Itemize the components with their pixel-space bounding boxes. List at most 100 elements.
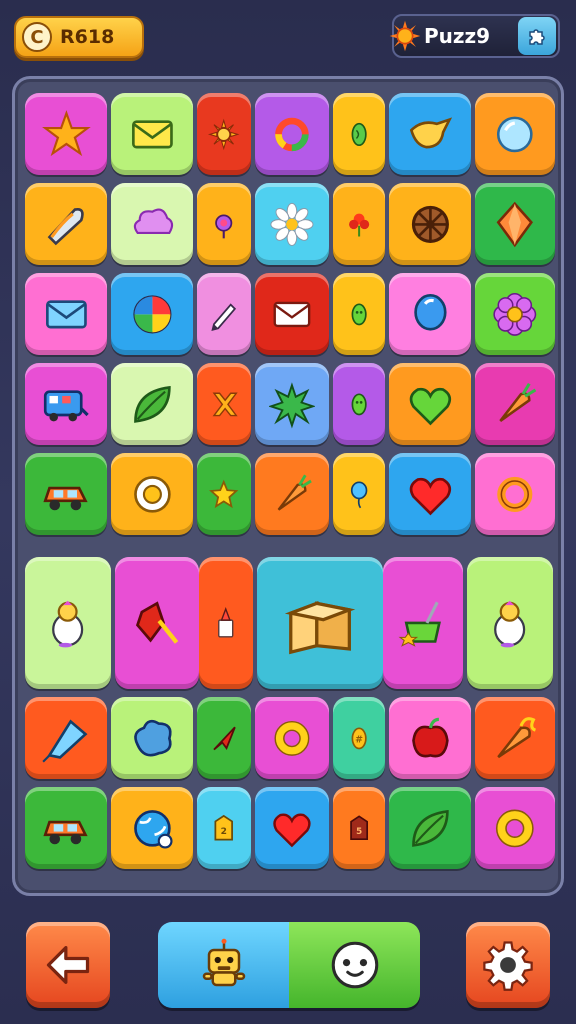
tile-tag[interactable]: 2 (197, 787, 251, 869)
seed-icon: # (351, 727, 367, 749)
tile-bird[interactable] (389, 93, 471, 175)
carrot-icon (499, 382, 537, 422)
puzzle-piece-icon (529, 29, 545, 45)
splat-icon (269, 381, 315, 429)
balloon-icon (413, 293, 447, 331)
tile-carrot[interactable] (255, 453, 329, 535)
face-button[interactable] (289, 922, 420, 1008)
beach-ball-icon (132, 294, 172, 334)
heart-icon (273, 813, 311, 847)
score-counter: C R618 (14, 16, 144, 58)
ring-orange-icon (497, 476, 533, 512)
tile-pot[interactable] (383, 557, 463, 689)
chick-icon (494, 600, 526, 648)
back-button[interactable] (26, 922, 110, 1008)
tile-chick[interactable] (467, 557, 553, 689)
pot-icon (398, 601, 442, 647)
tile-apple[interactable] (389, 697, 471, 779)
tile-blob[interactable] (111, 697, 193, 779)
envelope-red-icon (273, 301, 311, 327)
bean-green-icon (351, 303, 367, 325)
tile-bean-green[interactable] (333, 273, 385, 355)
envelope-blue-icon (45, 299, 87, 329)
envelope-icon (131, 119, 173, 149)
tile-carrot[interactable] (475, 363, 555, 445)
tag-icon: 2 (214, 814, 234, 841)
tile-glue[interactable] (199, 557, 253, 689)
globe-icon (133, 809, 173, 849)
character-panel (158, 922, 420, 1008)
tile-bean[interactable] (333, 93, 385, 175)
tile-ring-orange[interactable] (475, 453, 555, 535)
tile-flower-red[interactable] (333, 183, 385, 265)
tile-heart[interactable] (255, 787, 329, 869)
leaf-pen-icon (47, 207, 84, 245)
tile-sun[interactable] (197, 93, 251, 175)
tile-leaf[interactable] (111, 363, 193, 445)
tile-carrot-flame[interactable] (475, 697, 555, 779)
tile-heart-green[interactable] (389, 363, 471, 445)
car-icon (42, 820, 88, 844)
tile-envelope-red[interactable] (255, 273, 329, 355)
tile-arrow[interactable] (197, 697, 251, 779)
tile-flower-pink[interactable] (475, 273, 555, 355)
gem-icon (496, 201, 534, 247)
tile-kite[interactable] (25, 697, 107, 779)
tile-ring[interactable] (255, 93, 329, 175)
svg-text:2: 2 (221, 827, 227, 837)
tile-wheel[interactable] (389, 183, 471, 265)
tile-heart[interactable] (389, 453, 471, 535)
tile-pencil[interactable] (197, 273, 251, 355)
tile-globe[interactable] (111, 787, 193, 869)
cloud-icon (133, 208, 173, 234)
tile-boxes[interactable] (257, 557, 383, 689)
tile-tag-red[interactable]: 5 (333, 787, 385, 869)
smiley-face-icon (331, 941, 378, 989)
tile-crystal-hammer[interactable] (115, 557, 199, 689)
flower-red-icon (348, 213, 370, 237)
leaf-icon (133, 385, 171, 423)
tile-leaf[interactable] (389, 787, 471, 869)
puzzle-piece-button[interactable] (518, 17, 556, 55)
ring-yellow-icon (496, 809, 534, 847)
character-button[interactable] (158, 922, 289, 1008)
tile-splat[interactable] (255, 363, 329, 445)
tile-seed[interactable]: # (333, 697, 385, 779)
lollipop-icon (215, 214, 233, 238)
pencil-icon (211, 302, 237, 331)
tile-envelope-blue[interactable] (25, 273, 107, 355)
tile-ring-yellow[interactable] (255, 697, 329, 779)
tile-beach-ball[interactable] (111, 273, 193, 355)
back-arrow-icon (46, 946, 90, 984)
tile-leaf-pen[interactable] (25, 183, 107, 265)
robot-character-icon (202, 938, 245, 987)
apple-icon (411, 717, 449, 757)
tile-donut[interactable] (111, 453, 193, 535)
bean-icon (351, 122, 367, 146)
tile-bus[interactable] (25, 363, 107, 445)
tile-daisy[interactable] (255, 183, 329, 265)
tile-balloon[interactable] (389, 273, 471, 355)
tile-gem[interactable] (475, 183, 555, 265)
tile-cloud[interactable] (111, 183, 193, 265)
tile-lollipop[interactable] (197, 183, 251, 265)
tile-chick[interactable] (25, 557, 111, 689)
arrow-icon (213, 726, 236, 750)
svg-text:#: # (355, 734, 363, 745)
tile-balloon-drop[interactable] (333, 453, 385, 535)
tile-envelope[interactable] (111, 93, 193, 175)
kite-icon (41, 719, 88, 763)
coin-icon: C (22, 22, 52, 52)
settings-button[interactable] (466, 922, 550, 1008)
level-indicator: Puzz9 (389, 14, 560, 58)
tile-bubble[interactable] (475, 93, 555, 175)
tile-star-yellow[interactable] (197, 453, 251, 535)
heart-green-icon (409, 387, 451, 425)
tile-ring-yellow[interactable] (475, 787, 555, 869)
tile-car[interactable] (25, 453, 107, 535)
tile-star[interactable] (25, 93, 107, 175)
tile-bean-green[interactable] (333, 363, 385, 445)
tile-x-mark[interactable] (197, 363, 251, 445)
tile-car[interactable] (25, 787, 107, 869)
star-icon (41, 109, 91, 156)
